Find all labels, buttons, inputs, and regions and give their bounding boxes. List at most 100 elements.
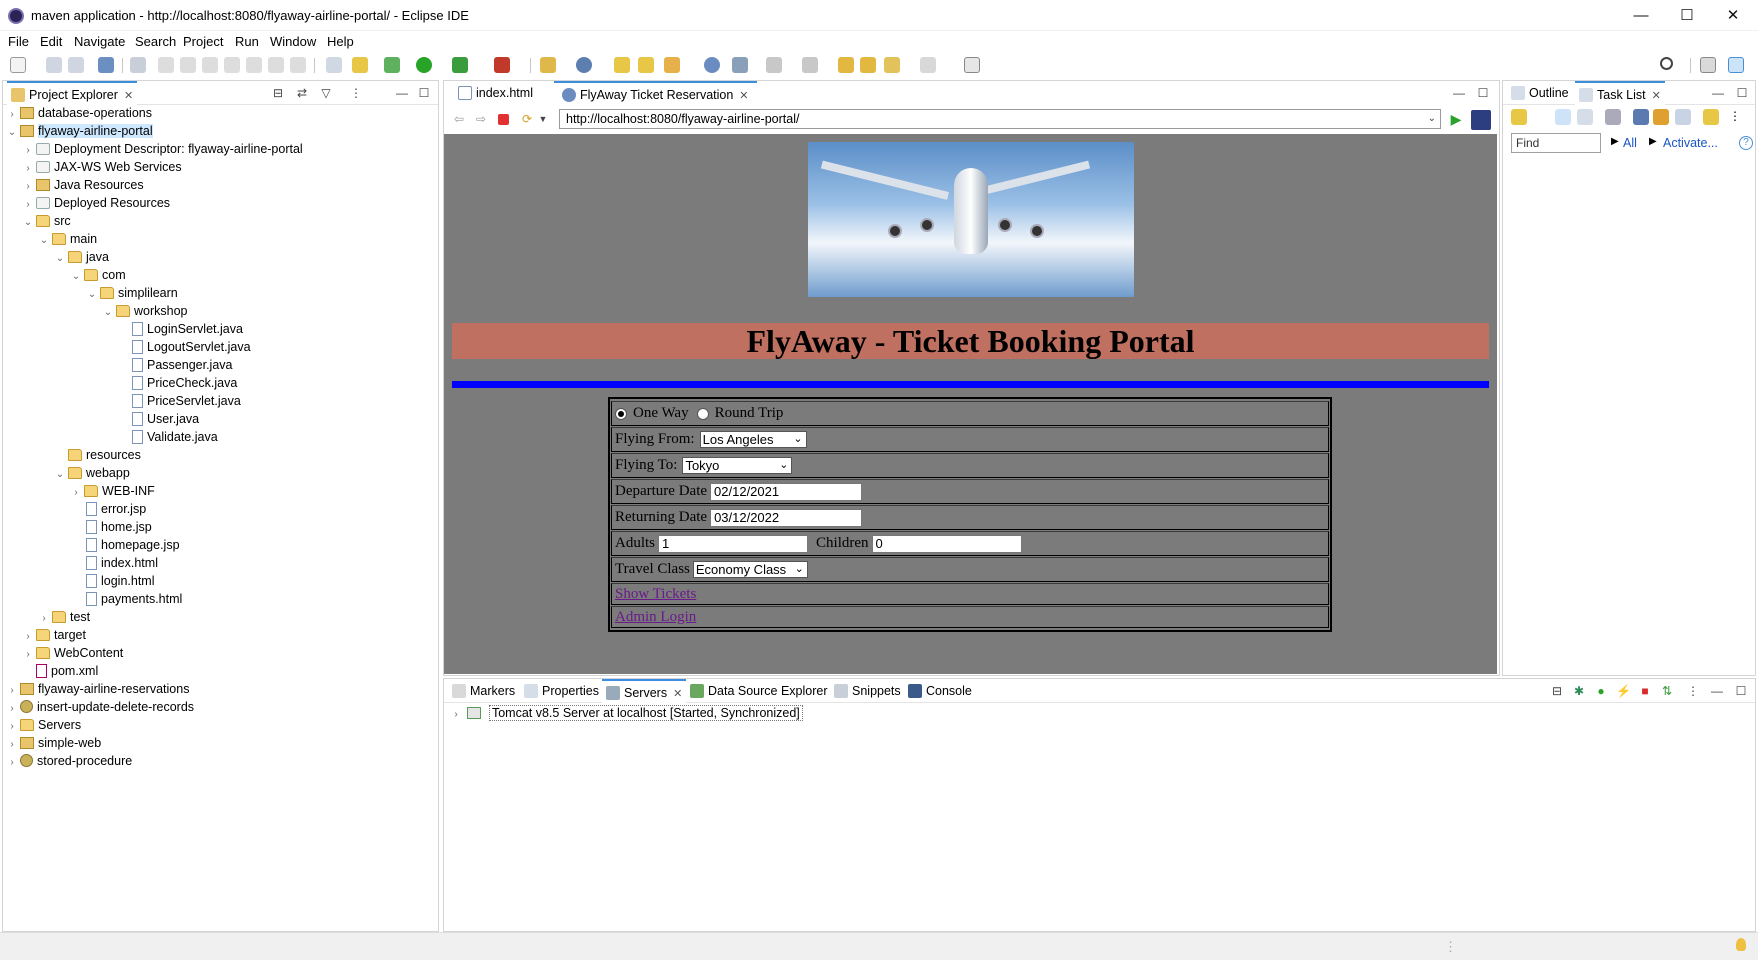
tree-item[interactable]: › JAX-WS Web Services — [22, 158, 181, 176]
adults-input[interactable]: 1 — [658, 534, 809, 553]
new-project-icon[interactable] — [540, 57, 556, 73]
tab-outline[interactable]: Outline — [1507, 81, 1573, 105]
start-server-icon[interactable]: ● — [1594, 684, 1608, 698]
forward-icon[interactable]: ⇨ — [474, 112, 488, 126]
tree-item[interactable]: › WEB-INF — [70, 482, 154, 502]
web-browser-icon[interactable] — [704, 57, 720, 73]
close-icon[interactable]: ✕ — [673, 688, 682, 700]
admin-login-link[interactable]: Admin Login — [615, 609, 696, 626]
chevron-down-icon[interactable]: ⌄ — [1428, 110, 1436, 128]
close-icon[interactable]: ✕ — [124, 90, 133, 102]
chevron-down-icon[interactable]: ⌄ — [70, 268, 82, 286]
menu-navigate[interactable]: Navigate — [74, 34, 125, 49]
stop-server-icon[interactable]: ■ — [1638, 684, 1652, 698]
resume-icon[interactable] — [158, 57, 174, 73]
activate-link[interactable]: Activate... — [1663, 136, 1718, 150]
new-class-icon[interactable] — [576, 57, 592, 73]
menu-project[interactable]: Project — [183, 34, 223, 49]
tab-servers[interactable]: Servers ✕ — [602, 679, 687, 703]
view-menu-icon[interactable]: ⋮ — [1686, 684, 1700, 698]
travel-class-select[interactable]: Economy Class ⌄ — [692, 561, 808, 578]
focus-icon[interactable] — [1605, 109, 1621, 125]
tab-task-list[interactable]: Task List ✕ — [1575, 81, 1665, 105]
maximize-view-icon[interactable]: ☐ — [1734, 684, 1748, 698]
chevron-down-icon[interactable]: ⌄ — [102, 304, 114, 322]
tree-item[interactable]: ⌄ flyaway-airline-portal — [6, 122, 153, 140]
pin-editor-icon[interactable] — [964, 57, 980, 73]
forward-icon[interactable] — [920, 57, 936, 73]
departure-date-input[interactable]: 02/12/2021 — [710, 482, 863, 501]
hide-completed-icon[interactable] — [1633, 109, 1649, 125]
tab-flyaway-browser[interactable]: FlyAway Ticket Reservation ✕ — [554, 81, 757, 105]
step-into-icon[interactable] — [246, 57, 262, 73]
tree-item[interactable]: › insert-update-delete-records — [6, 698, 194, 716]
previous-annotation-icon[interactable] — [802, 57, 818, 73]
chevron-down-icon[interactable]: ⌄ — [38, 232, 50, 250]
chevron-right-icon[interactable]: › — [70, 484, 82, 502]
use-step-filters-icon[interactable] — [326, 57, 342, 73]
tab-properties[interactable]: Properties — [520, 679, 603, 703]
save-icon[interactable] — [46, 57, 62, 73]
open-perspective-icon[interactable] — [1700, 57, 1716, 73]
menu-run[interactable]: Run — [235, 34, 259, 49]
server-row[interactable]: › Tomcat v8.5 Server at localhost [Start… — [450, 704, 803, 722]
open-task-icon[interactable] — [638, 57, 654, 73]
tree-item[interactable]: ⌄ workshop — [102, 302, 188, 320]
tree-item[interactable]: Validate.java — [132, 428, 218, 446]
menu-file[interactable]: File — [8, 34, 29, 49]
back-icon[interactable] — [860, 57, 876, 73]
tree-item[interactable]: PriceCheck.java — [132, 374, 237, 392]
menu-help[interactable]: Help — [327, 34, 354, 49]
tree-item[interactable]: ⌄ com — [70, 266, 126, 284]
tree-item[interactable]: › stored-procedure — [6, 752, 132, 770]
step-return-icon[interactable] — [290, 57, 306, 73]
external-tools-icon[interactable] — [494, 57, 510, 73]
flying-to-select[interactable]: Tokyo ⌄ — [682, 457, 793, 474]
run-icon[interactable] — [416, 57, 432, 73]
terminal-icon[interactable] — [98, 57, 114, 73]
tree-item[interactable]: › database-operations — [6, 104, 152, 122]
tree-item[interactable]: › Deployment Descriptor: flyaway-airline-… — [22, 140, 302, 158]
tree-item[interactable]: resources — [68, 446, 141, 464]
tree-item[interactable]: PriceServlet.java — [132, 392, 241, 410]
minimize-view-icon[interactable]: — — [1711, 86, 1725, 100]
children-input[interactable]: 0 — [871, 534, 1022, 553]
minimize-button[interactable]: — — [1618, 0, 1664, 31]
tree-item[interactable]: ⌄ simplilearn — [86, 284, 178, 302]
tree-item[interactable]: › target — [22, 626, 86, 644]
collapse-all-icon[interactable]: ⊟ — [1550, 684, 1564, 698]
tab-index-html[interactable]: index.html — [450, 81, 541, 105]
tree-item[interactable]: › flyaway-airline-reservations — [6, 680, 189, 698]
tab-data-source-explorer[interactable]: Data Source Explorer — [686, 679, 832, 703]
disconnect-icon[interactable] — [224, 57, 240, 73]
chevron-down-icon[interactable]: ⌄ — [54, 250, 66, 268]
tree-item[interactable]: LoginServlet.java — [132, 320, 243, 338]
collapse-all-icon[interactable] — [1675, 109, 1691, 125]
tree-item[interactable]: Passenger.java — [132, 356, 232, 374]
menu-search[interactable]: Search — [135, 34, 176, 49]
tree-item[interactable]: › WebContent — [22, 644, 123, 662]
url-field[interactable]: http://localhost:8080/flyaway-airline-po… — [559, 109, 1441, 129]
filter-icon[interactable]: ▽ — [319, 86, 333, 100]
tree-item[interactable]: index.html — [86, 554, 158, 572]
tree-item[interactable]: User.java — [132, 410, 199, 428]
tools-icon[interactable] — [352, 57, 368, 73]
sync-icon[interactable] — [1703, 109, 1719, 125]
link-editor-icon[interactable]: ⇄ — [295, 86, 309, 100]
scheduled-icon[interactable] — [1577, 109, 1593, 125]
tree-item[interactable]: home.jsp — [86, 518, 152, 536]
menu-window[interactable]: Window — [270, 34, 316, 49]
all-link[interactable]: All — [1623, 136, 1637, 150]
suspend-icon[interactable] — [180, 57, 196, 73]
close-icon[interactable]: ✕ — [1652, 90, 1661, 102]
tab-markers[interactable]: Markers — [448, 679, 519, 703]
tree-item[interactable]: pom.xml — [36, 662, 98, 680]
new-task-icon[interactable] — [1511, 109, 1527, 125]
chevron-down-icon[interactable]: ⌄ — [54, 466, 66, 484]
tree-item[interactable]: ⌄ main — [38, 230, 97, 248]
skip-breakpoints-icon[interactable] — [130, 57, 146, 73]
tree-item[interactable]: error.jsp — [86, 500, 146, 518]
lightbulb-icon[interactable] — [1736, 938, 1746, 951]
tree-item[interactable]: LogoutServlet.java — [132, 338, 251, 356]
tree-item[interactable]: ⌄ java — [54, 248, 109, 266]
